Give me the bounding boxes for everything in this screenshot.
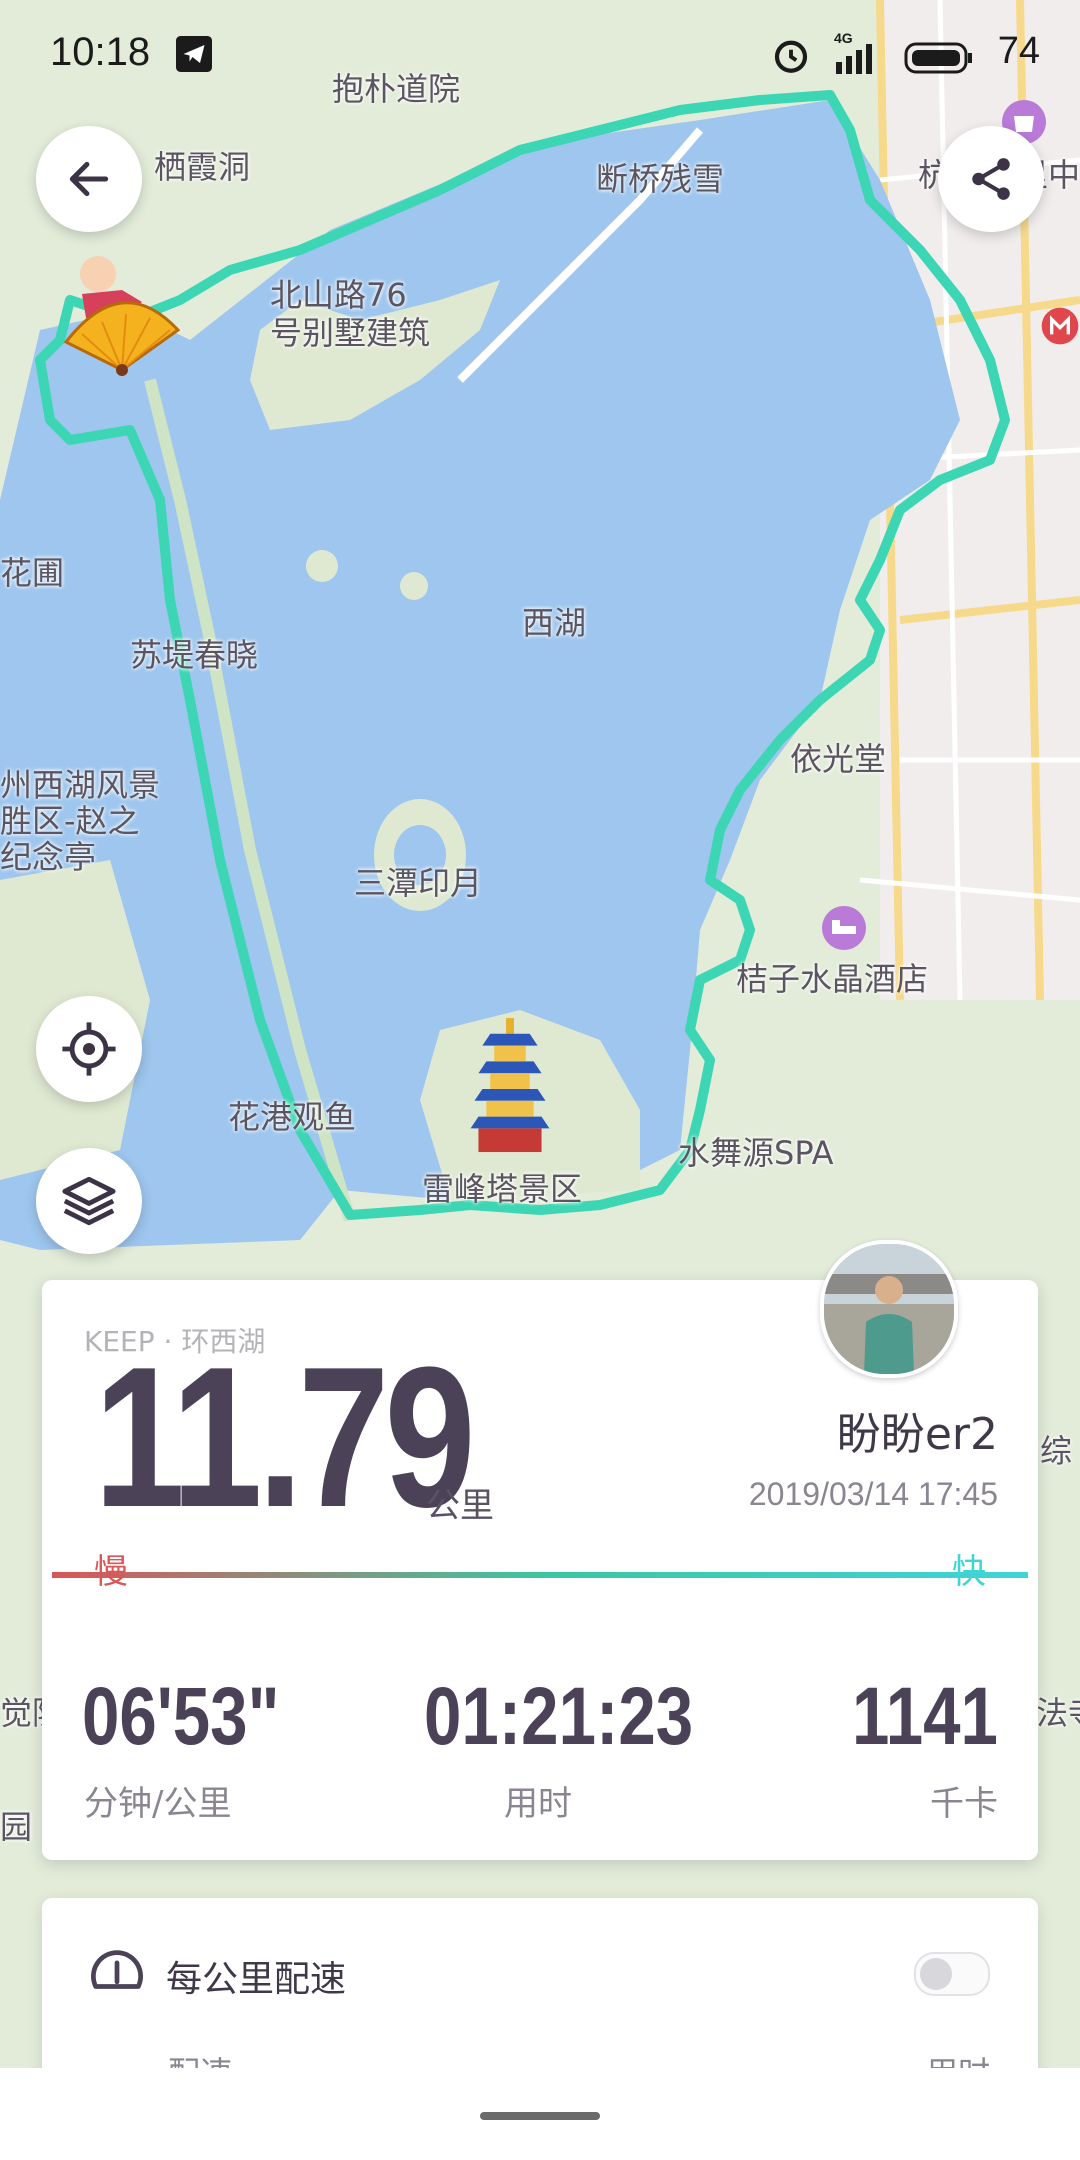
map-label: 桔子水晶酒店: [736, 960, 929, 998]
status-bar: 10:18 4G 74: [0, 0, 1080, 110]
pace-section-title: 每公里配速: [166, 1959, 347, 2000]
start-marker-icon: [63, 256, 181, 376]
run-datetime: 2019/03/14 17:45: [748, 1476, 998, 1512]
map-label: 栖霞洞: [154, 148, 251, 186]
layers-icon: [62, 1176, 116, 1226]
calories-label: 千卡: [930, 1784, 998, 1824]
map-label: 断桥残雪: [596, 160, 725, 198]
slow-label: 慢: [94, 1552, 128, 1592]
map-label: 抱朴道院: [332, 70, 461, 108]
map-label: 法寺: [1036, 1694, 1080, 1732]
user-name[interactable]: 盼盼er2: [837, 1398, 998, 1462]
fast-label: 快: [952, 1552, 986, 1592]
home-indicator[interactable]: [480, 2112, 600, 2120]
map-label: 苏堤春晓: [130, 636, 259, 674]
share-icon: [972, 158, 1010, 200]
map-label: 花圃: [0, 554, 65, 592]
duration-label: 用时: [504, 1784, 572, 1824]
signal-icon: [836, 44, 872, 74]
pace-toggle[interactable]: [914, 1952, 990, 1996]
map-label: 依光堂: [790, 740, 887, 778]
distance-value: 11.79: [94, 1326, 476, 1549]
map-label: 三潭印月: [354, 864, 483, 902]
speedometer-icon: [91, 1950, 143, 1989]
calories-value: 1141: [852, 1671, 998, 1762]
avatar-photo: [824, 1244, 954, 1374]
map-label: 园: [0, 1808, 33, 1846]
metro-pin-icon[interactable]: [1040, 306, 1080, 346]
back-button[interactable]: [36, 126, 142, 232]
map-label: 水舞源SPA: [678, 1134, 834, 1172]
hotel-pin-icon[interactable]: [820, 904, 868, 952]
alarm-icon: [774, 40, 808, 73]
map-label: 纪念亭: [0, 838, 97, 876]
crosshair-icon: [62, 1022, 116, 1076]
locate-button[interactable]: [36, 996, 142, 1102]
map-label: 综: [1040, 1432, 1073, 1470]
battery-level: 74: [997, 30, 1040, 72]
status-time: 10:18: [50, 30, 151, 74]
telegram-icon: [176, 36, 212, 72]
map-label: 花港观鱼: [228, 1098, 357, 1136]
map-label: 雷峰塔景区: [422, 1170, 583, 1208]
gesture-nav-bar: [0, 2068, 1080, 2160]
leifeng-pagoda-icon: [470, 1018, 550, 1153]
pace-label: 分钟/公里: [84, 1784, 232, 1824]
map-layers-button[interactable]: [36, 1148, 142, 1254]
speed-gradient-bar: [52, 1572, 1028, 1578]
battery-icon: [904, 42, 972, 74]
share-button[interactable]: [938, 126, 1044, 232]
map-label: 号别墅建筑: [270, 314, 431, 352]
avatar[interactable]: [820, 1240, 958, 1378]
distance-unit: 公里: [426, 1486, 494, 1526]
pace-value: 06'53": [82, 1671, 280, 1762]
arrow-left-icon: [69, 161, 109, 197]
duration-value: 01:21:23: [424, 1671, 694, 1762]
map-label: 西湖: [522, 604, 587, 642]
toggle-knob: [920, 1958, 952, 1990]
